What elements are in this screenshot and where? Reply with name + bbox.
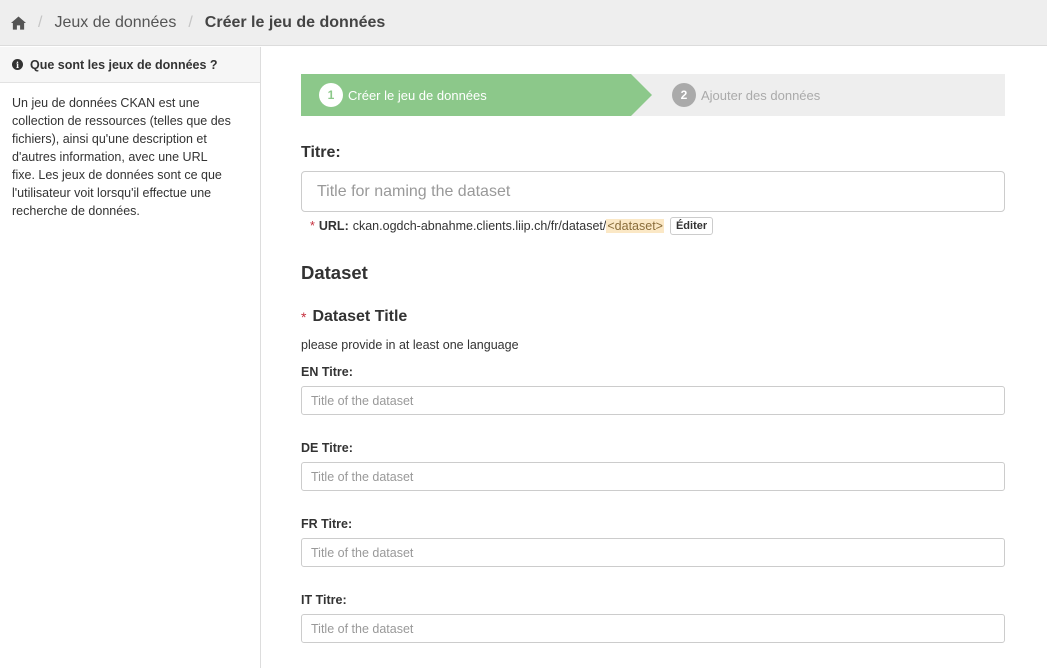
dataset-form: 1 Créer le jeu de données 2 Ajouter des …: [301, 74, 1005, 643]
fr-title-group: FR Titre:: [301, 517, 1005, 567]
dataset-section-heading: Dataset: [301, 262, 368, 283]
stage-label: Ajouter des données: [701, 87, 821, 103]
sidebar-description: Un jeu de données CKAN est une collectio…: [12, 96, 231, 218]
stage-label: Créer le jeu de données: [348, 87, 487, 103]
breadcrumb-separator: /: [38, 13, 43, 31]
sidebar-heading-text: Que sont les jeux de données ?: [30, 57, 218, 72]
stage-add-data: 2 Ajouter des données: [631, 74, 820, 116]
fr-title-label: FR Titre:: [301, 517, 353, 531]
stages: 1 Créer le jeu de données 2 Ajouter des …: [301, 74, 1005, 116]
en-title-group: EN Titre:: [301, 365, 1005, 415]
url-slug: <dataset>: [606, 219, 664, 233]
sidebar-heading: i Que sont les jeux de données ?: [0, 47, 260, 83]
it-title-label: IT Titre:: [301, 593, 347, 607]
de-title-input[interactable]: [301, 462, 1005, 491]
dataset-title-label: * Dataset Title: [301, 308, 1005, 326]
stage-number: 2: [672, 83, 696, 107]
breadcrumb-datasets-link[interactable]: Jeux de données: [54, 14, 176, 32]
sidebar: i Que sont les jeux de données ? Un jeu …: [0, 47, 261, 668]
edit-url-button[interactable]: Éditer: [669, 217, 714, 235]
required-marker: *: [301, 309, 307, 325]
fr-title-input[interactable]: [301, 538, 1005, 567]
title-input[interactable]: [301, 171, 1005, 212]
breadcrumb-current: Créer le jeu de données: [204, 13, 386, 31]
url-label: URL:: [318, 219, 349, 233]
breadcrumb-separator: /: [188, 13, 193, 31]
stage-create-dataset: 1 Créer le jeu de données: [301, 74, 652, 116]
home-icon[interactable]: [11, 15, 26, 30]
language-hint: please provide in at least one language: [301, 338, 519, 352]
dataset-title-text: Dataset Title: [312, 308, 408, 325]
en-title-label: EN Titre:: [301, 365, 353, 379]
it-title-group: IT Titre:: [301, 593, 1005, 643]
title-label: Titre:: [301, 144, 341, 161]
de-title-group: DE Titre:: [301, 441, 1005, 491]
de-title-label: DE Titre:: [301, 441, 353, 455]
info-icon: i: [12, 59, 23, 70]
breadcrumb: / Jeux de données / Créer le jeu de donn…: [0, 0, 1047, 46]
url-prefix: ckan.ogdch-abnahme.clients.liip.ch/fr/da…: [352, 219, 607, 233]
it-title-input[interactable]: [301, 614, 1005, 643]
en-title-input[interactable]: [301, 386, 1005, 415]
url-row: * URL: ckan.ogdch-abnahme.clients.liip.c…: [301, 217, 1005, 235]
stage-number: 1: [319, 83, 343, 107]
required-marker: *: [310, 219, 315, 233]
